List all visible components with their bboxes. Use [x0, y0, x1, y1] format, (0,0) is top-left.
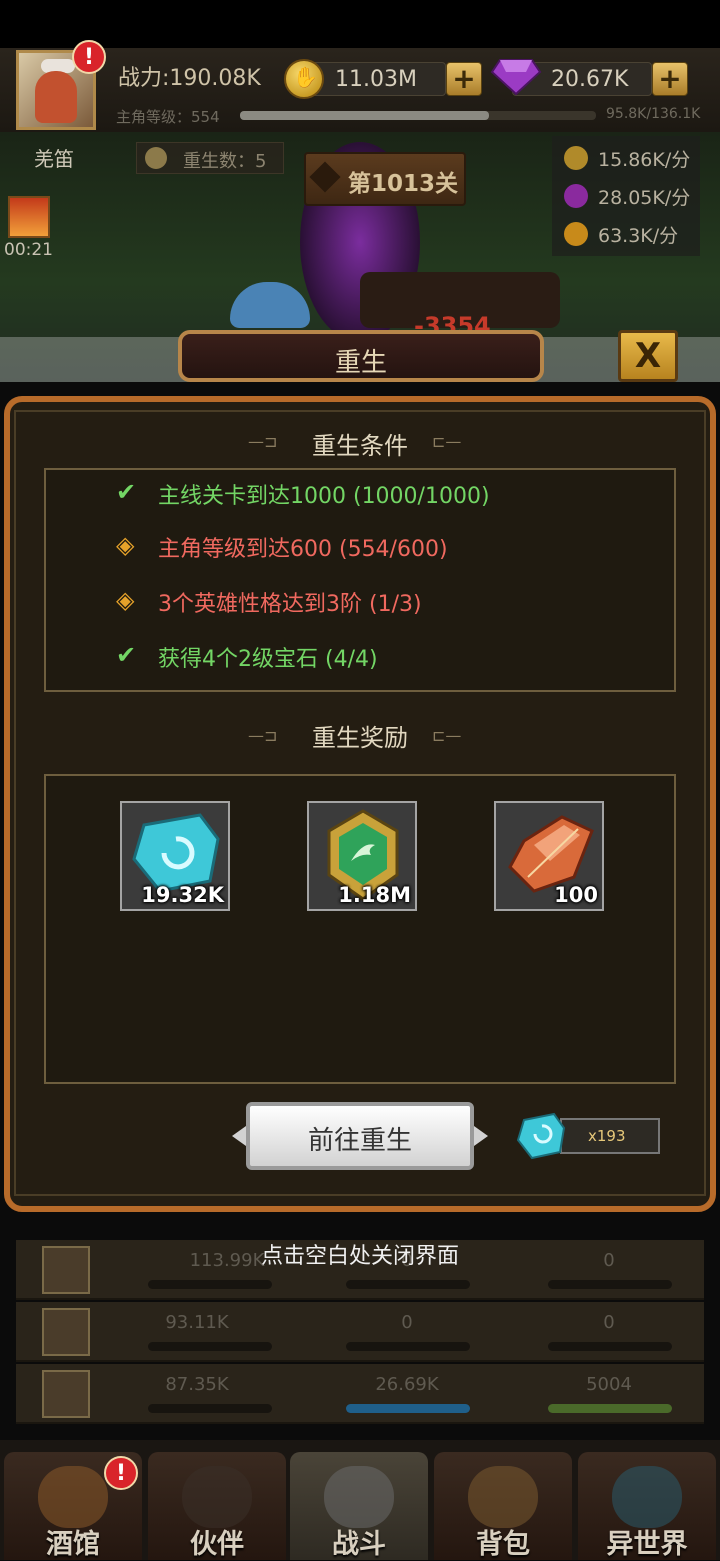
stat-bar	[346, 1342, 470, 1351]
stat-bar	[548, 1280, 672, 1289]
hero-stat: 5004	[586, 1374, 632, 1395]
gold-coin-icon	[284, 59, 324, 99]
go-rebirth-label: 前往重生	[307, 1126, 412, 1156]
avatar-alert-badge: !	[72, 40, 106, 74]
condition-item: ◈ 3个英雄性格达到3阶 (1/3)	[116, 586, 422, 617]
gear-icon	[145, 147, 167, 169]
rate-value: 28.05K/分	[598, 187, 691, 209]
condition-item: ✔ 获得4个2级宝石 (4/4)	[116, 641, 378, 672]
gold-amount: 11.03M	[335, 67, 417, 92]
add-gold-button[interactable]: +	[446, 62, 482, 96]
reward-count: 1.18M	[338, 883, 411, 907]
hero-stat: 0	[603, 1312, 615, 1333]
title-ornament-right: ⊏—	[432, 726, 462, 745]
add-gem-button[interactable]: +	[652, 62, 688, 96]
rebirth-count-box: 重生数：5	[136, 142, 284, 174]
hero-stat: 87.35K	[165, 1374, 229, 1395]
fire-icon	[564, 222, 588, 246]
gem-amount: 20.67K	[551, 67, 629, 92]
stage-emblem-icon	[309, 161, 341, 193]
reward-count: 19.32K	[141, 883, 224, 907]
blue-rune-stone-icon	[516, 1112, 566, 1160]
check-icon: ✔	[116, 641, 137, 669]
tab-other-world[interactable]: 异世界	[578, 1452, 716, 1560]
stat-bar	[346, 1280, 470, 1289]
rewards-title: 重生奖励	[312, 724, 408, 752]
title-ornament-right: ⊏—	[432, 432, 462, 451]
tab-battle[interactable]: 战斗	[290, 1452, 428, 1560]
combat-power: 战力:190.08K	[118, 66, 261, 91]
income-rates-panel: 15.86K/分 28.05K/分 63.3K/分	[552, 136, 700, 256]
player-level-label: 主角等级：554	[116, 108, 220, 126]
rate-row: 15.86K/分	[552, 140, 700, 176]
close-icon: X	[634, 336, 662, 376]
coin-icon	[564, 146, 588, 170]
rate-row: 28.05K/分	[552, 178, 700, 214]
tavern-alert-badge: !	[104, 1456, 138, 1490]
tab-label: 伙伴	[190, 1529, 244, 1560]
avatar-face	[35, 71, 77, 123]
button-wing-left	[232, 1126, 246, 1146]
diamond-icon: ◈	[116, 531, 135, 559]
tab-label: 异世界	[606, 1529, 688, 1560]
hero-row[interactable]: 87.35K 26.69K 5004	[16, 1364, 704, 1424]
level-progress-value: 95.8K/136.1K	[606, 106, 701, 122]
player-name: 羌笛	[34, 147, 74, 171]
stat-bar	[548, 1342, 672, 1351]
stat-bar	[346, 1404, 470, 1413]
purple-gem-icon	[490, 59, 542, 96]
backpack-icon	[468, 1466, 538, 1528]
stage-number: 第1013关	[348, 171, 459, 197]
tab-label: 背包	[476, 1529, 530, 1560]
portal-icon	[612, 1466, 682, 1528]
mushroom-decoration	[230, 282, 310, 328]
rate-value: 15.86K/分	[598, 149, 691, 171]
status-bar	[0, 0, 720, 48]
hero-stat: 93.11K	[165, 1312, 229, 1333]
close-button[interactable]: X	[618, 330, 678, 382]
tab-label: 酒馆	[46, 1529, 100, 1560]
event-timer-icon[interactable]	[8, 196, 50, 238]
dialog-title: 重生	[334, 348, 387, 378]
dialog-title-plaque: 重生	[178, 330, 544, 382]
tab-partners[interactable]: 伙伴	[148, 1452, 286, 1560]
condition-item: ✔ 主线关卡到达1000 (1000/1000)	[116, 478, 490, 509]
tab-label: 战斗	[332, 1529, 386, 1560]
check-icon: ✔	[116, 478, 137, 506]
hero-stat: 0	[401, 1312, 413, 1333]
stage-plaque: 第1013关	[304, 152, 466, 206]
stat-bar	[148, 1342, 272, 1351]
reward-slot[interactable]: 1.18M	[307, 801, 417, 911]
close-hint: 点击空白处关闭界面	[260, 1244, 459, 1269]
button-wing-right	[474, 1126, 488, 1146]
hero-portrait	[42, 1308, 90, 1356]
reward-count: 100	[554, 883, 598, 907]
reward-slot[interactable]: 100	[494, 801, 604, 911]
exp-icon	[564, 184, 588, 208]
rate-value: 63.3K/分	[598, 225, 679, 247]
level-progress-fill	[240, 111, 489, 120]
beer-mug-icon	[38, 1466, 108, 1528]
rebirth-stone-count: x193	[588, 1127, 626, 1145]
rate-row: 63.3K/分	[552, 216, 700, 252]
stat-bar	[148, 1280, 272, 1289]
tab-backpack[interactable]: 背包	[434, 1452, 572, 1560]
rebirth-stone-count-box: x193	[560, 1118, 660, 1154]
partner-icon	[182, 1466, 252, 1528]
rebirth-count: 重生数：5	[183, 151, 267, 172]
stat-bar	[148, 1404, 272, 1413]
conditions-title: 重生条件	[312, 432, 408, 460]
stat-bar	[548, 1404, 672, 1413]
reward-slot[interactable]: 19.32K	[120, 801, 230, 911]
crossed-swords-icon	[324, 1466, 394, 1528]
condition-item: ◈ 主角等级到达600 (554/600)	[116, 531, 448, 562]
hero-row[interactable]: 93.11K 0 0	[16, 1302, 704, 1362]
diamond-icon: ◈	[116, 586, 135, 614]
hero-stat: 26.69K	[375, 1374, 439, 1395]
conditions-list: ✔ 主线关卡到达1000 (1000/1000) ◈ 主角等级到达600 (55…	[44, 468, 676, 692]
hero-portrait	[42, 1370, 90, 1418]
go-rebirth-button[interactable]: 前往重生	[246, 1102, 474, 1170]
event-timer: 00:21	[4, 240, 53, 260]
